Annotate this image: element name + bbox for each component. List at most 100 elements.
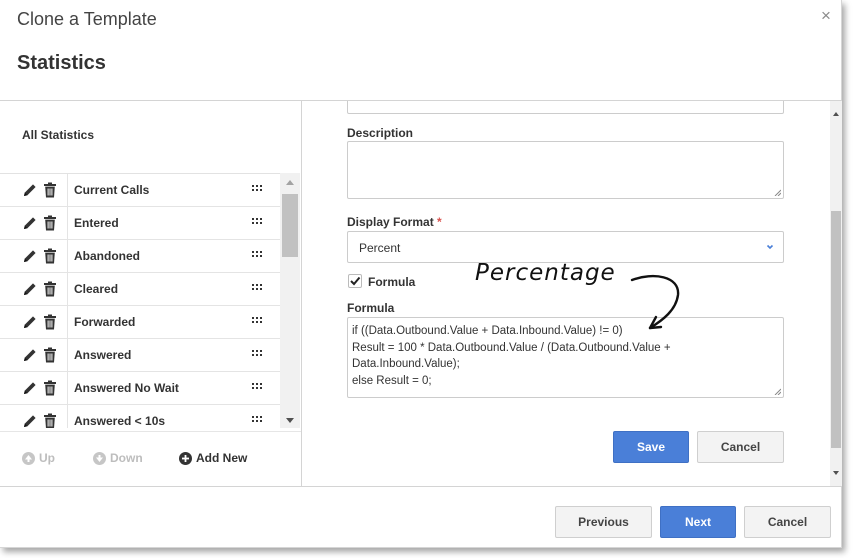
statistics-list-panel: All Statistics Current Calls Entered Aband… (0, 101, 302, 486)
formula-text: if ((Data.Outbound.Value + Data.Inbound.… (352, 323, 671, 389)
add-new-button[interactable]: Add New (179, 451, 247, 465)
scrollbar-thumb[interactable] (282, 194, 298, 257)
formula-line: if ((Data.Outbound.Value + Data.Inbound.… (352, 325, 623, 337)
row-actions (0, 405, 68, 428)
arrow-up-circle-icon (22, 451, 35, 465)
formula-label: Formula (347, 301, 395, 315)
annotation-arrow-icon (630, 274, 680, 330)
move-down-button[interactable]: Down (93, 451, 143, 465)
pencil-icon[interactable] (22, 380, 38, 396)
display-format-value: Percent (359, 241, 401, 255)
checkmark-icon (350, 276, 361, 286)
row-actions (0, 240, 68, 273)
drag-handle-icon[interactable] (252, 350, 266, 360)
list-controls-divider (0, 431, 301, 432)
section-title: Statistics (17, 52, 106, 74)
row-actions (0, 207, 68, 240)
description-field[interactable] (347, 141, 784, 199)
formula-checkbox[interactable] (348, 274, 362, 288)
trash-icon[interactable] (43, 248, 57, 264)
close-icon[interactable]: × (821, 7, 831, 25)
list-item-label: Cleared (74, 282, 119, 296)
list-item[interactable]: Answered < 10s (0, 405, 280, 428)
row-actions (0, 174, 68, 207)
formula-line: else Result = 0; (352, 374, 432, 387)
drag-handle-icon[interactable] (252, 251, 266, 261)
pencil-icon[interactable] (22, 413, 38, 428)
list-item-label: Answered No Wait (74, 381, 179, 395)
pencil-icon[interactable] (22, 182, 38, 198)
clone-template-dialog: Clone a Template × Statistics All Statis… (0, 0, 842, 548)
form-scrollbar[interactable] (830, 101, 842, 486)
list-item-label: Answered < 10s (74, 414, 166, 428)
resize-handle-icon[interactable] (774, 189, 781, 196)
list-item[interactable]: Current Calls (0, 174, 280, 207)
list-scrollbar[interactable] (280, 173, 300, 428)
statistic-details-form: Description Display Format * Percent For… (302, 101, 830, 486)
trash-icon[interactable] (43, 413, 57, 428)
form-cancel-button[interactable]: Cancel (697, 431, 784, 463)
list-item-label: Forwarded (74, 315, 136, 329)
list-item-label: Entered (74, 216, 119, 230)
pencil-icon[interactable] (22, 248, 38, 264)
drag-handle-icon[interactable] (252, 416, 266, 426)
list-item[interactable]: Answered (0, 339, 280, 372)
trash-icon[interactable] (43, 314, 57, 330)
scroll-down-arrow-icon[interactable] (286, 418, 294, 423)
pencil-icon[interactable] (22, 281, 38, 297)
pencil-icon[interactable] (22, 314, 38, 330)
display-format-label-text: Display Format (347, 215, 434, 229)
trash-icon[interactable] (43, 380, 57, 396)
plus-circle-icon (179, 451, 192, 465)
formula-textarea[interactable]: if ((Data.Outbound.Value + Data.Inbound.… (347, 317, 784, 398)
list-item-label: Abandoned (74, 249, 140, 263)
drag-handle-icon[interactable] (252, 185, 266, 195)
row-actions (0, 372, 68, 405)
list-item[interactable]: Abandoned (0, 240, 280, 273)
arrow-down-circle-icon (93, 451, 106, 465)
statistics-list: Current Calls Entered Abandoned Cleared Forw… (0, 173, 280, 428)
percentage-annotation: Percentage (475, 260, 616, 286)
formula-checkbox-label: Formula (368, 275, 416, 289)
move-up-label: Up (39, 451, 55, 465)
previous-button[interactable]: Previous (555, 506, 652, 538)
trash-icon[interactable] (43, 281, 57, 297)
display-format-label: Display Format * (347, 215, 442, 229)
list-item[interactable]: Answered No Wait (0, 372, 280, 405)
description-label: Description (347, 126, 414, 140)
required-marker: * (437, 215, 442, 229)
display-format-select[interactable]: Percent (347, 231, 784, 263)
list-item[interactable]: Forwarded (0, 306, 280, 339)
scroll-up-arrow-icon[interactable] (833, 112, 839, 116)
scroll-down-arrow-icon[interactable] (833, 471, 839, 475)
footer-cancel-button[interactable]: Cancel (744, 506, 831, 538)
trash-icon[interactable] (43, 347, 57, 363)
row-actions (0, 273, 68, 306)
drag-handle-icon[interactable] (252, 284, 266, 294)
pencil-icon[interactable] (22, 347, 38, 363)
formula-line: Data.Inbound.Value); (352, 358, 460, 370)
trash-icon[interactable] (43, 182, 57, 198)
pencil-icon[interactable] (22, 215, 38, 231)
list-item-label: Answered (74, 348, 132, 362)
resize-handle-icon[interactable] (774, 388, 781, 395)
next-button[interactable]: Next (660, 506, 736, 538)
list-item[interactable]: Cleared (0, 273, 280, 306)
drag-handle-icon[interactable] (252, 317, 266, 327)
chevron-down-icon (766, 244, 774, 250)
list-item[interactable]: Entered (0, 207, 280, 240)
move-up-button[interactable]: Up (22, 451, 55, 465)
footer-divider (0, 486, 842, 487)
row-actions (0, 339, 68, 372)
dialog-title: Clone a Template (17, 9, 157, 29)
scroll-up-arrow-icon[interactable] (286, 180, 294, 185)
scrollbar-thumb[interactable] (831, 211, 841, 448)
trash-icon[interactable] (43, 215, 57, 231)
add-new-label: Add New (196, 451, 248, 465)
drag-handle-icon[interactable] (252, 218, 266, 228)
list-item-label: Current Calls (74, 183, 150, 197)
formula-line: Result = 100 * Data.Outbound.Value / (Da… (352, 341, 671, 354)
drag-handle-icon[interactable] (252, 383, 266, 393)
save-button[interactable]: Save (613, 431, 689, 463)
name-field[interactable] (347, 101, 784, 114)
